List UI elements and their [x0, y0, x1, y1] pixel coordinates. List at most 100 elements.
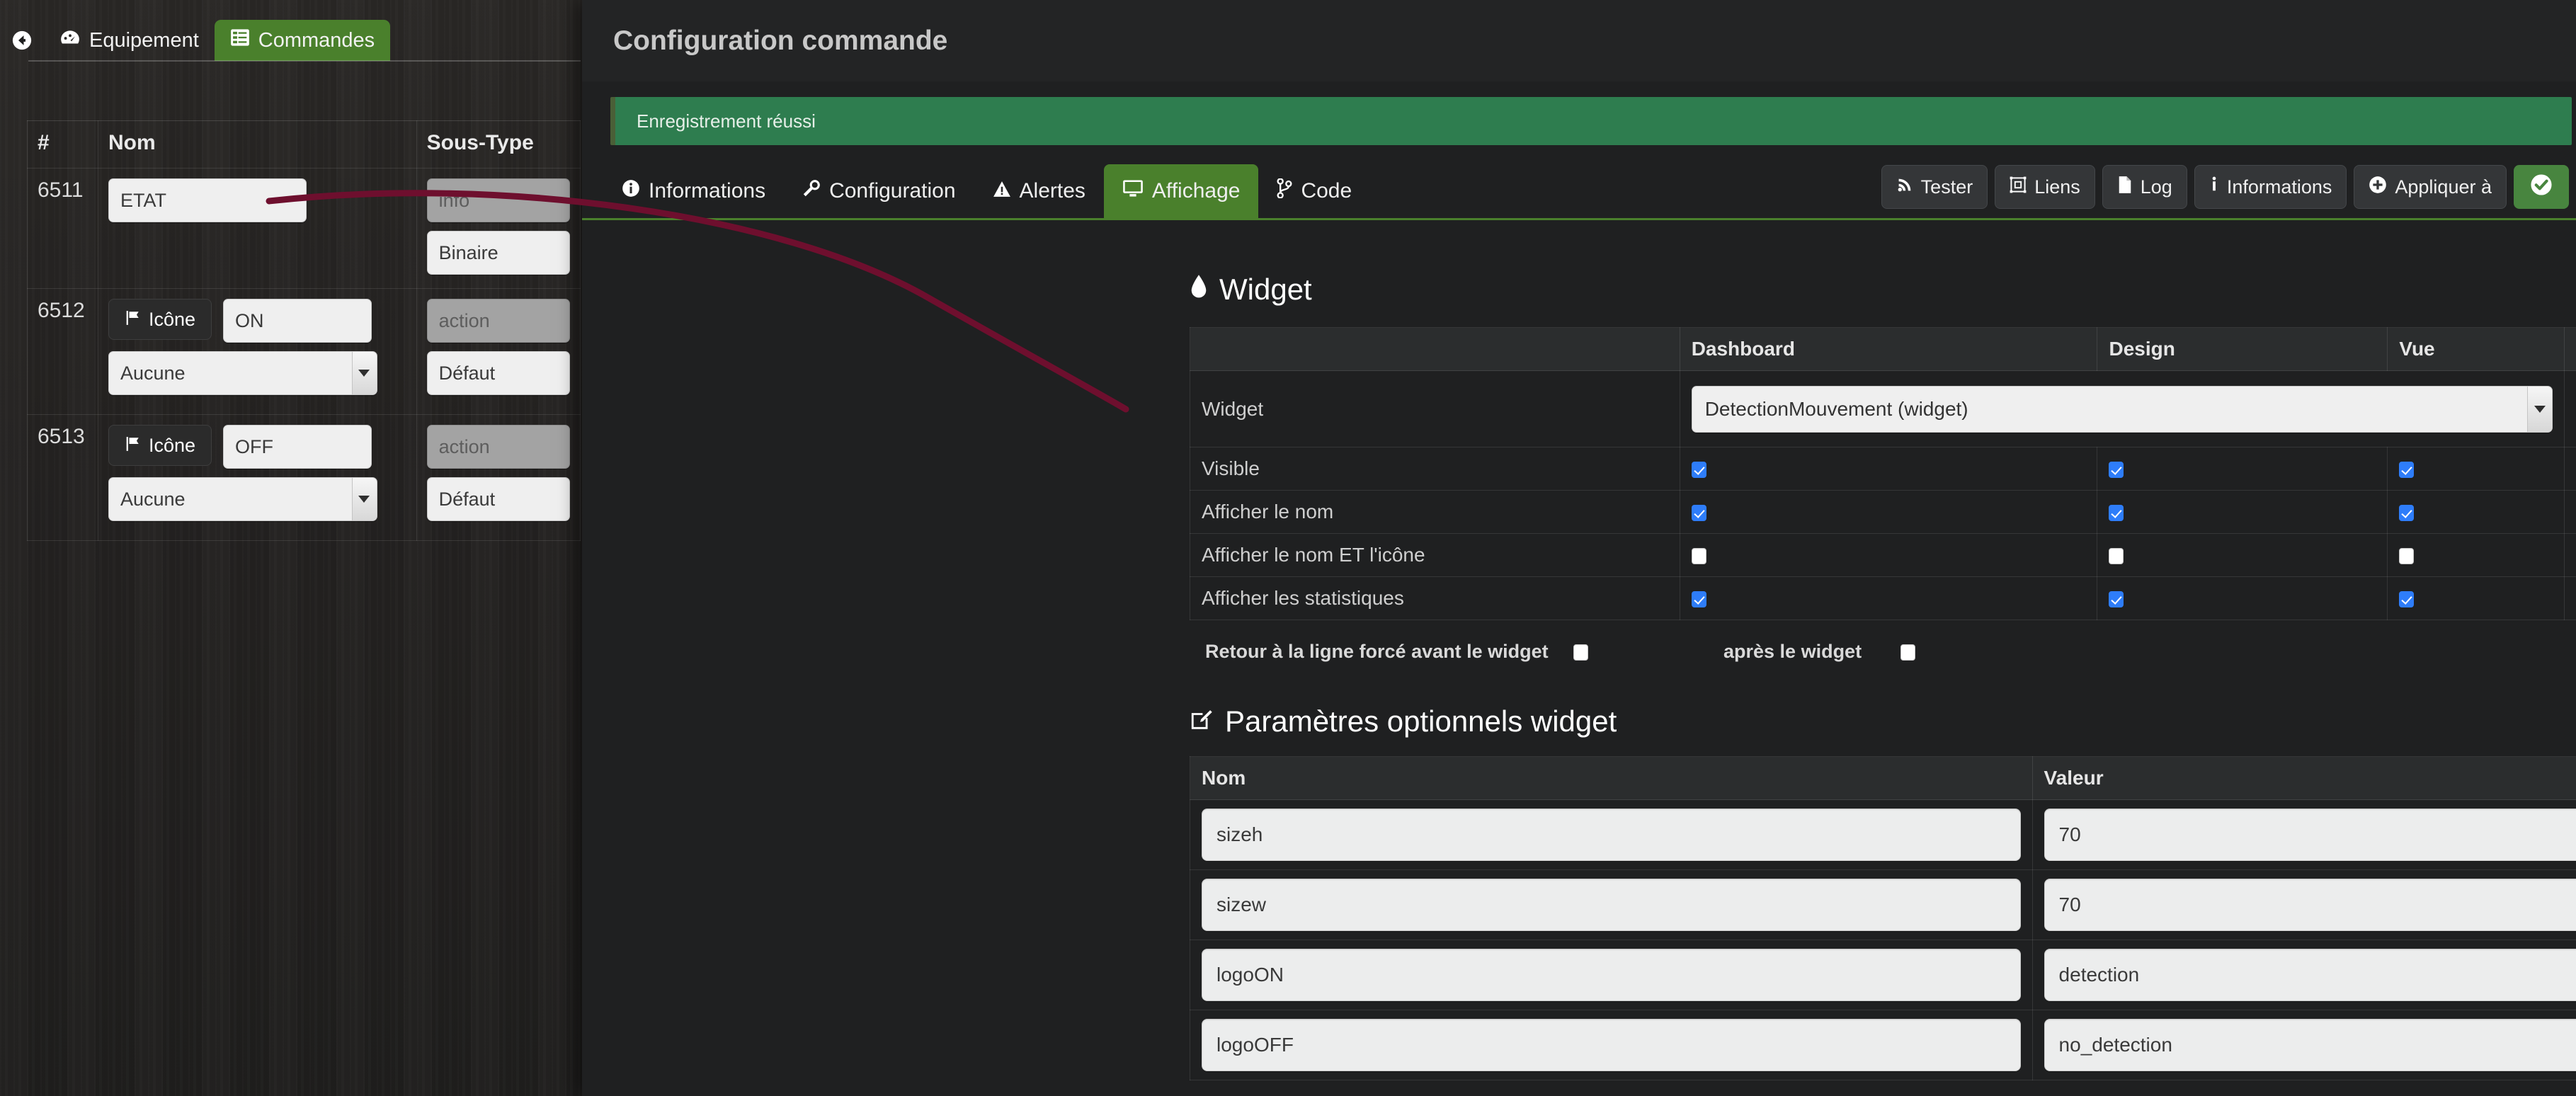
toolbar-button-save[interactable]	[2514, 165, 2569, 209]
back-button[interactable]	[0, 20, 44, 61]
command-subtype-cell: action Défaut	[416, 414, 581, 541]
success-alert-text: Enregistrement réussi	[637, 110, 816, 132]
param-value-input[interactable]: 70	[2044, 809, 2576, 861]
toolbar-button-log[interactable]: Log	[2102, 165, 2187, 209]
table-row: 6511 ETAT info Binaire	[27, 168, 581, 289]
flag-icon	[125, 309, 142, 331]
nav-tab-commandes-label: Commandes	[258, 28, 375, 52]
checkbox-afficher-le-nom-vue[interactable]	[2399, 505, 2415, 522]
command-subtype-secondary[interactable]: Binaire	[426, 231, 570, 275]
checkbox-afficher-les-statistiques-design[interactable]	[2109, 591, 2124, 608]
table-row: 6512 Icône ON Aucune action Défaut	[27, 288, 581, 415]
widget-select-dashboard[interactable]: DetectionMouvement (widget)	[1691, 385, 2553, 433]
widget-option-design-cell	[2097, 490, 2388, 534]
widget-section-title: Widget	[1190, 273, 1312, 307]
param-name-input[interactable]: logoON	[1202, 949, 2021, 1001]
icon-picker-label: Icône	[148, 308, 196, 330]
tabbar-underline	[582, 218, 2576, 220]
command-name-cell: Icône ON Aucune	[97, 288, 417, 415]
tab-label: Alertes	[1019, 179, 1085, 202]
tab-configuration[interactable]: Configuration	[784, 164, 974, 218]
checkbox-visible-design[interactable]	[2109, 462, 2124, 479]
param-value-input[interactable]: no_detection	[2044, 1019, 2576, 1071]
command-name-input[interactable]: ON	[223, 299, 372, 343]
param-value-cell: detection	[2031, 940, 2576, 1010]
icon-picker-button[interactable]: Icône	[108, 425, 212, 466]
command-subtype-cell: action Défaut	[416, 288, 581, 415]
edit-icon	[1190, 704, 1214, 738]
line-break-after-checkbox[interactable]	[1900, 644, 1915, 661]
tab-affichage[interactable]: Affichage	[1103, 164, 1259, 218]
nav-tab-equipement[interactable]: Equipement	[44, 20, 215, 61]
toolbar-button-label: Liens	[2034, 176, 2080, 198]
params-section-title-text: Paramètres optionnels widget	[1225, 704, 1617, 738]
widget-col-dashboard: Dashboard	[1679, 327, 2098, 371]
toolbar-button-appliquer[interactable]: Appliquer à	[2354, 165, 2507, 209]
widget-option-design-cell	[2097, 447, 2388, 491]
desktop-icon	[1122, 179, 1144, 203]
command-subtype-input: info	[426, 178, 570, 222]
widget-option-dashboard-cell	[1679, 576, 2098, 620]
widget-option-vue-cell	[2387, 447, 2565, 491]
toolbar-button-tester[interactable]: Tester	[1881, 165, 1988, 209]
checkbox-afficher-le-nom-design[interactable]	[2109, 505, 2124, 522]
param-value-input[interactable]: 70	[2044, 879, 2576, 931]
success-alert: Enregistrement réussi	[610, 97, 2572, 145]
command-unit-select[interactable]: Aucune	[108, 477, 377, 521]
checkbox-afficher-le-nom-et-l-ic-ne-dashboard[interactable]	[1691, 548, 1706, 565]
checkbox-afficher-le-nom-et-l-ic-ne-design[interactable]	[2109, 548, 2124, 565]
command-subtype-cell: info Binaire	[416, 168, 581, 289]
checkbox-afficher-les-statistiques-vue[interactable]	[2399, 591, 2415, 608]
command-name-input[interactable]: OFF	[223, 425, 372, 469]
widget-option-row: Afficher le nom ET l'icône	[1190, 533, 2576, 577]
warning-triangle-icon	[993, 179, 1011, 203]
param-name-input[interactable]: sizeh	[1202, 809, 2021, 861]
widget-option-vue-cell	[2387, 533, 2565, 577]
toolbar-button-informations[interactable]: Informations	[2194, 165, 2347, 209]
widget-option-mobile-cell	[2564, 533, 2576, 577]
wrench-icon	[802, 179, 821, 203]
toolbar-button-label: Tester	[1920, 176, 1973, 198]
widget-table: Dashboard Design Vue Mobile WidgetDetect…	[1190, 327, 2576, 620]
command-subtype-input: action	[426, 299, 570, 343]
widget-option-row: Afficher le nom	[1190, 490, 2576, 534]
param-value-input[interactable]: detection	[2044, 949, 2576, 1001]
code-branch-icon	[1277, 178, 1292, 204]
widget-option-label: Afficher les statistiques	[1190, 576, 1680, 620]
command-subtype-secondary[interactable]: Défaut	[426, 351, 570, 395]
toolbar-button-liens[interactable]: Liens	[1995, 165, 2095, 209]
commands-table-header-row: # Nom Sous-Type	[27, 120, 581, 169]
command-unit-select[interactable]: Aucune	[108, 351, 377, 395]
checkbox-afficher-le-nom-dashboard[interactable]	[1691, 505, 1706, 522]
checkbox-visible-vue[interactable]	[2399, 462, 2415, 479]
tint-icon	[1190, 273, 1208, 307]
param-name-cell: logoON	[1190, 940, 2033, 1010]
tab-code[interactable]: Code	[1258, 164, 1370, 218]
checkbox-afficher-les-statistiques-dashboard[interactable]	[1691, 591, 1706, 608]
icon-picker-button[interactable]: Icône	[108, 299, 212, 340]
line-break-row: Retour à la ligne forcé avant le widget …	[1205, 641, 2576, 663]
info-icon	[2209, 176, 2219, 199]
widget-select-dashboard-cell: DetectionMouvement (widget)	[1679, 370, 2565, 447]
table-row: logoOFFno_detection×	[1190, 1010, 2576, 1080]
widget-table-header-row: Dashboard Design Vue Mobile	[1190, 327, 2576, 371]
checkbox-visible-dashboard[interactable]	[1691, 462, 1706, 479]
tab-alertes[interactable]: Alertes	[974, 164, 1104, 218]
nav-tab-commandes[interactable]: Commandes	[214, 20, 391, 61]
command-subtype-secondary[interactable]: Défaut	[426, 477, 570, 521]
widget-option-design-cell	[2097, 576, 2388, 620]
line-break-before-checkbox[interactable]	[1573, 644, 1588, 661]
param-value-cell: no_detection	[2031, 1010, 2576, 1080]
widget-option-mobile-cell	[2564, 447, 2576, 491]
tab-label: Code	[1301, 179, 1352, 202]
param-name-input[interactable]: sizew	[1202, 879, 2021, 931]
tab-informations[interactable]: Informations	[603, 164, 784, 218]
widget-option-mobile-cell	[2564, 576, 2576, 620]
sitemap-icon	[2010, 176, 2027, 198]
line-break-after-checkbox-cell	[1900, 641, 1915, 663]
checkbox-afficher-le-nom-et-l-ic-ne-vue[interactable]	[2399, 548, 2415, 565]
toolbar-button-label: Log	[2140, 176, 2172, 198]
command-name-input[interactable]: ETAT	[108, 178, 307, 222]
param-name-input[interactable]: logoOFF	[1202, 1019, 2021, 1071]
col-header-sous-type: Sous-Type	[416, 120, 581, 169]
